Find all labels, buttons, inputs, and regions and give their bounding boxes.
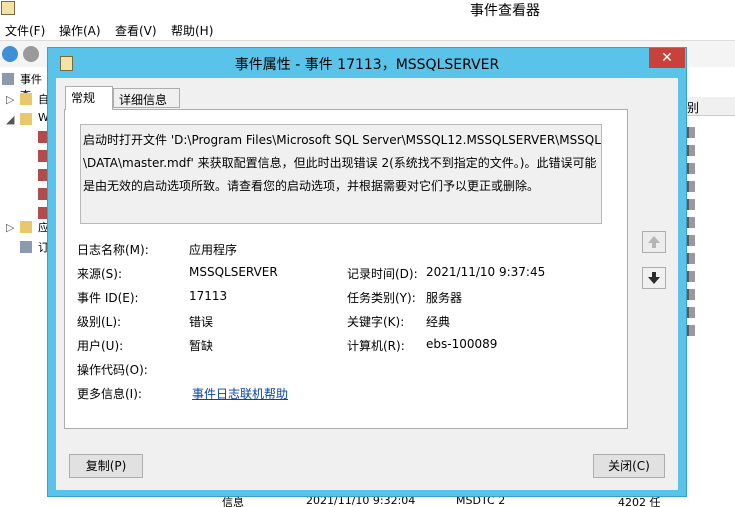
row-source: MSDTC 2: [456, 497, 506, 507]
source-value: MSSQLSERVER: [189, 265, 278, 279]
event-row-icon[interactable]: [687, 325, 695, 336]
opcode-label: 操作代码(O):: [77, 363, 148, 377]
collapse-icon[interactable]: ◢: [6, 113, 14, 126]
event-row-icon[interactable]: [687, 253, 695, 264]
level-value: 错误: [189, 315, 214, 329]
keywords-label: 关键字(K):: [347, 315, 405, 329]
menu-bar: 文件(F) 操作(A) 查看(V) 帮助(H): [0, 18, 735, 41]
event-viewer-node-icon: [2, 73, 14, 85]
task-category-label: 任务类别(Y):: [347, 291, 416, 305]
close-button[interactable]: 关闭(C): [593, 454, 665, 478]
event-row-icon[interactable]: [687, 181, 695, 192]
menu-view[interactable]: 查看(V): [115, 22, 157, 39]
forward-arrow-icon[interactable]: [23, 46, 39, 62]
event-row-icon[interactable]: [687, 145, 695, 156]
dialog-title: 事件属性 - 事件 17113，MSSQLSERVER: [234, 57, 500, 73]
event-row-icon[interactable]: [687, 199, 695, 210]
tree-pane: 事件查 ▷ 自 ◢ W ▷ 应 订: [0, 67, 50, 507]
general-tab-panel: 启动时打开文件 'D:\Program Files\Microsoft SQL …: [64, 109, 628, 429]
close-icon[interactable]: ✕: [649, 48, 685, 68]
description-line: 启动时打开文件 'D:\Program Files\Microsoft SQL …: [83, 133, 601, 147]
computer-value: ebs-100089: [426, 337, 498, 351]
event-row-icon[interactable]: [687, 235, 695, 246]
expand-icon[interactable]: ▷: [6, 221, 14, 234]
online-help-link[interactable]: 事件日志联机帮助: [192, 385, 288, 402]
main-title-bar: 事件查看器: [0, 0, 735, 19]
main-window-title: 事件查看器: [470, 3, 540, 19]
back-arrow-icon[interactable]: [2, 46, 18, 62]
event-row-icon[interactable]: [687, 307, 695, 318]
logged-value: 2021/11/10 9:37:45: [426, 265, 546, 279]
folder-icon: [20, 113, 32, 125]
event-row-icon[interactable]: [687, 271, 695, 282]
list-column-header[interactable]: 别: [687, 97, 735, 116]
row-event-id: 4202 任: [618, 497, 661, 507]
event-description[interactable]: 启动时打开文件 'D:\Program Files\Microsoft SQL …: [80, 124, 602, 224]
task-category-value: 服务器: [426, 291, 463, 305]
next-event-button[interactable]: [642, 267, 666, 289]
menu-help[interactable]: 帮助(H): [171, 22, 213, 39]
previous-event-button[interactable]: [642, 231, 666, 253]
event-list-row[interactable]: 信息 2021/11/10 9:32:04 MSDTC 2 4202 任: [190, 497, 735, 507]
computer-label: 计算机(R):: [347, 339, 405, 353]
folder-icon: [20, 221, 32, 233]
description-line: 是由无效的启动选项所致。请查看您的启动选项，并根据需要对它们予以更正或删除。: [83, 179, 540, 193]
subscription-icon: [20, 241, 32, 253]
dialog-title-bar[interactable]: 事件属性 - 事件 17113，MSSQLSERVER ✕: [48, 48, 686, 78]
event-id-value: 17113: [189, 289, 228, 303]
user-label: 用户(U):: [77, 339, 124, 353]
event-properties-dialog: 事件属性 - 事件 17113，MSSQLSERVER ✕ 常规 详细信息 启动…: [47, 47, 687, 497]
expand-icon[interactable]: ▷: [6, 93, 14, 106]
description-line: \DATA\master.mdf' 来获取配置信息，但此时出现错误 2(系统找不…: [83, 156, 597, 170]
source-label: 来源(S):: [77, 267, 123, 281]
event-row-icon[interactable]: [687, 217, 695, 228]
event-row-icon[interactable]: [687, 127, 695, 138]
arrow-up-icon: [648, 236, 660, 248]
level-label: 级别(L):: [77, 315, 122, 329]
event-list-pane: 别: [687, 67, 735, 507]
menu-file[interactable]: 文件(F): [5, 22, 45, 39]
tab-details[interactable]: 详细信息: [113, 88, 180, 108]
keywords-value: 经典: [426, 315, 451, 329]
event-row-icon[interactable]: [687, 163, 695, 174]
tab-general[interactable]: 常规: [65, 86, 113, 110]
event-id-label: 事件 ID(E):: [77, 291, 139, 305]
row-level: 信息: [222, 497, 244, 507]
menu-action[interactable]: 操作(A): [59, 22, 101, 39]
arrow-down-icon: [648, 272, 660, 284]
event-row-icon[interactable]: [687, 289, 695, 300]
event-viewer-icon: [1, 1, 15, 15]
dialog-body: 常规 详细信息 启动时打开文件 'D:\Program Files\Micros…: [56, 78, 678, 490]
copy-button[interactable]: 复制(P): [69, 454, 143, 478]
folder-icon: [20, 93, 32, 105]
logged-label: 记录时间(D):: [347, 267, 418, 281]
log-name-value: 应用程序: [189, 243, 238, 257]
user-value: 暂缺: [189, 339, 214, 353]
row-datetime: 2021/11/10 9:32:04: [306, 497, 416, 507]
more-info-label: 更多信息(I):: [77, 387, 142, 401]
log-name-label: 日志名称(M):: [77, 243, 149, 257]
